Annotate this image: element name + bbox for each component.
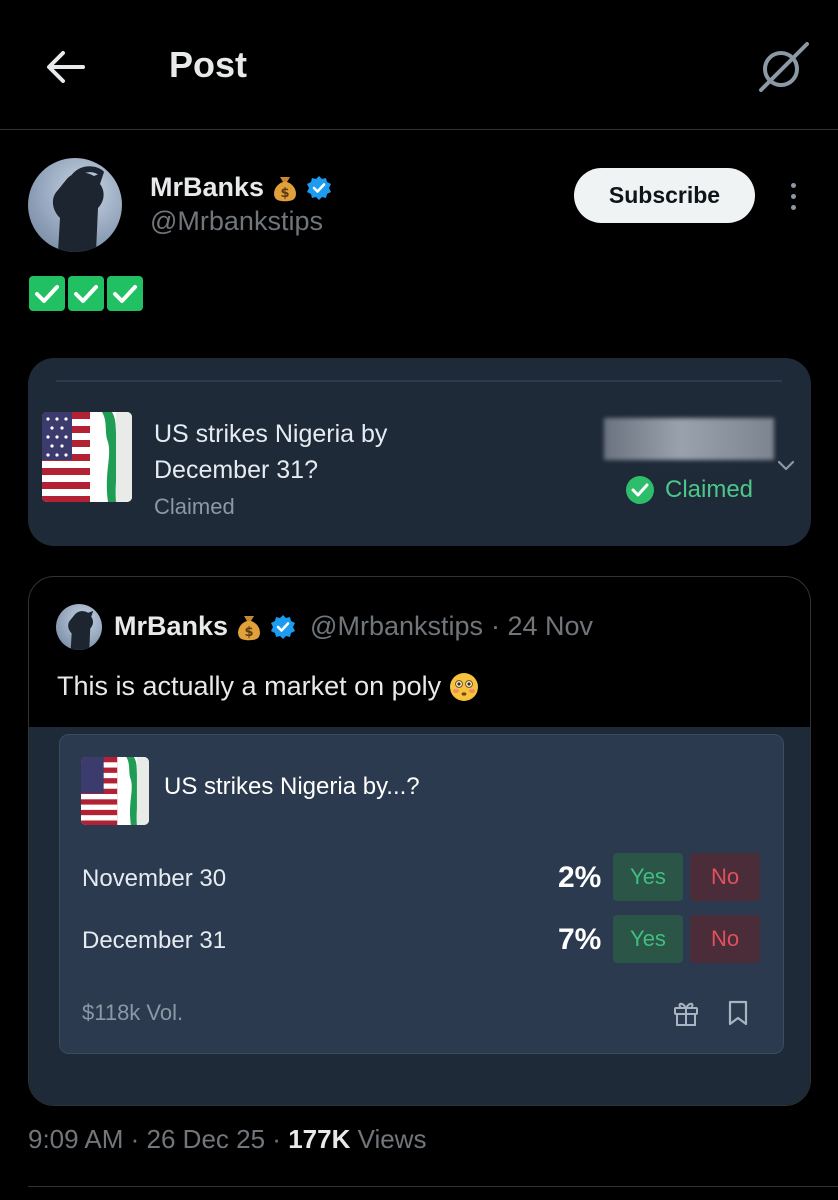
dot: [790, 204, 796, 210]
views-label: Views: [357, 1124, 427, 1154]
author-name[interactable]: MrBanks $: [150, 172, 332, 203]
yes-button[interactable]: Yes: [613, 853, 683, 901]
goat-silhouette-icon: [68, 610, 94, 650]
no-button[interactable]: No: [690, 853, 760, 901]
subscribe-button[interactable]: Subscribe: [574, 168, 755, 223]
arrow-left-icon: [47, 51, 85, 83]
money-bag-icon: $: [238, 615, 261, 640]
outcome-label: December 31: [82, 927, 227, 954]
avatar[interactable]: [28, 158, 122, 252]
market-status: Claimed: [154, 494, 235, 519]
divider: [28, 1186, 838, 1187]
post-date: 26 Dec 25: [146, 1124, 266, 1154]
check-mark-icon: [107, 276, 143, 311]
dot: [790, 182, 796, 188]
market-row: December 31 7% Yes No: [82, 915, 762, 965]
yes-button[interactable]: Yes: [613, 915, 683, 963]
separator: ·: [130, 1124, 147, 1154]
separator: ·: [272, 1124, 289, 1154]
views-count[interactable]: 177K: [288, 1124, 350, 1154]
divider: [56, 380, 782, 382]
market-question: US strikes Nigeria by December 31?: [154, 420, 388, 484]
goat-silhouette-icon: [52, 166, 105, 252]
market-title: US strikes Nigeria by...?: [164, 773, 420, 800]
verified-badge-icon: [307, 175, 332, 200]
post-metadata: 9:09 AM · 26 Dec 25 · 177K Views: [28, 1124, 426, 1155]
market-row: November 30 2% Yes No: [82, 853, 762, 903]
top-bar: Post: [0, 0, 838, 130]
quoted-avatar: [56, 604, 102, 650]
outcome-label: November 30: [82, 865, 227, 892]
check-emoji-row: [29, 276, 143, 311]
more-options-button[interactable]: [780, 178, 806, 214]
svg-text:$: $: [245, 625, 254, 640]
post-time: 9:09 AM: [28, 1124, 124, 1154]
gift-icon[interactable]: [672, 999, 700, 1027]
grok-icon: [759, 42, 809, 92]
quoted-author-handle: @Mrbankstips: [310, 611, 484, 641]
market-screenshot-card[interactable]: US strikes Nigeria by December 31? Claim…: [28, 358, 811, 546]
outcome-probability: 2%: [558, 861, 602, 894]
dot: [790, 193, 796, 199]
page-title: Post: [169, 44, 248, 85]
bookmark-icon[interactable]: [726, 999, 750, 1027]
us-nigeria-flag-icon: [81, 757, 149, 825]
check-mark-icon: [29, 276, 65, 311]
check-circle-icon: [626, 476, 654, 504]
author-handle[interactable]: @Mrbankstips: [150, 206, 323, 237]
quoted-date: · 24 Nov: [491, 611, 594, 641]
svg-text:$: $: [281, 186, 290, 201]
quoted-author-name: MrBanks: [114, 611, 229, 641]
polymarket-card[interactable]: US strikes Nigeria by...? November 30 2%…: [59, 734, 784, 1054]
quoted-post[interactable]: MrBanks $ @Mrbankstips · 24 Nov This is …: [28, 576, 811, 1106]
back-button[interactable]: [40, 44, 90, 90]
flushed-face-icon: [450, 672, 479, 701]
check-mark-icon: [68, 276, 104, 311]
author-name-text: MrBanks: [150, 172, 265, 202]
money-bag-icon: $: [274, 176, 297, 201]
redacted-amount: [604, 418, 774, 460]
verified-badge-icon: [271, 614, 296, 639]
market-volume: $118k Vol.: [82, 1000, 184, 1025]
quoted-header: MrBanks $ @Mrbankstips · 24 Nov: [114, 611, 593, 642]
quoted-text: This is actually a market on poly: [57, 671, 479, 702]
grok-button[interactable]: [752, 38, 814, 96]
chevron-down-icon[interactable]: [776, 456, 796, 474]
claimed-label: Claimed: [665, 476, 754, 503]
claimed-badge: Claimed: [625, 475, 753, 505]
outcome-probability: 7%: [558, 923, 602, 956]
quoted-text-body: This is actually a market on poly: [57, 671, 442, 701]
us-nigeria-flag-icon: [42, 412, 132, 502]
no-button[interactable]: No: [690, 915, 760, 963]
